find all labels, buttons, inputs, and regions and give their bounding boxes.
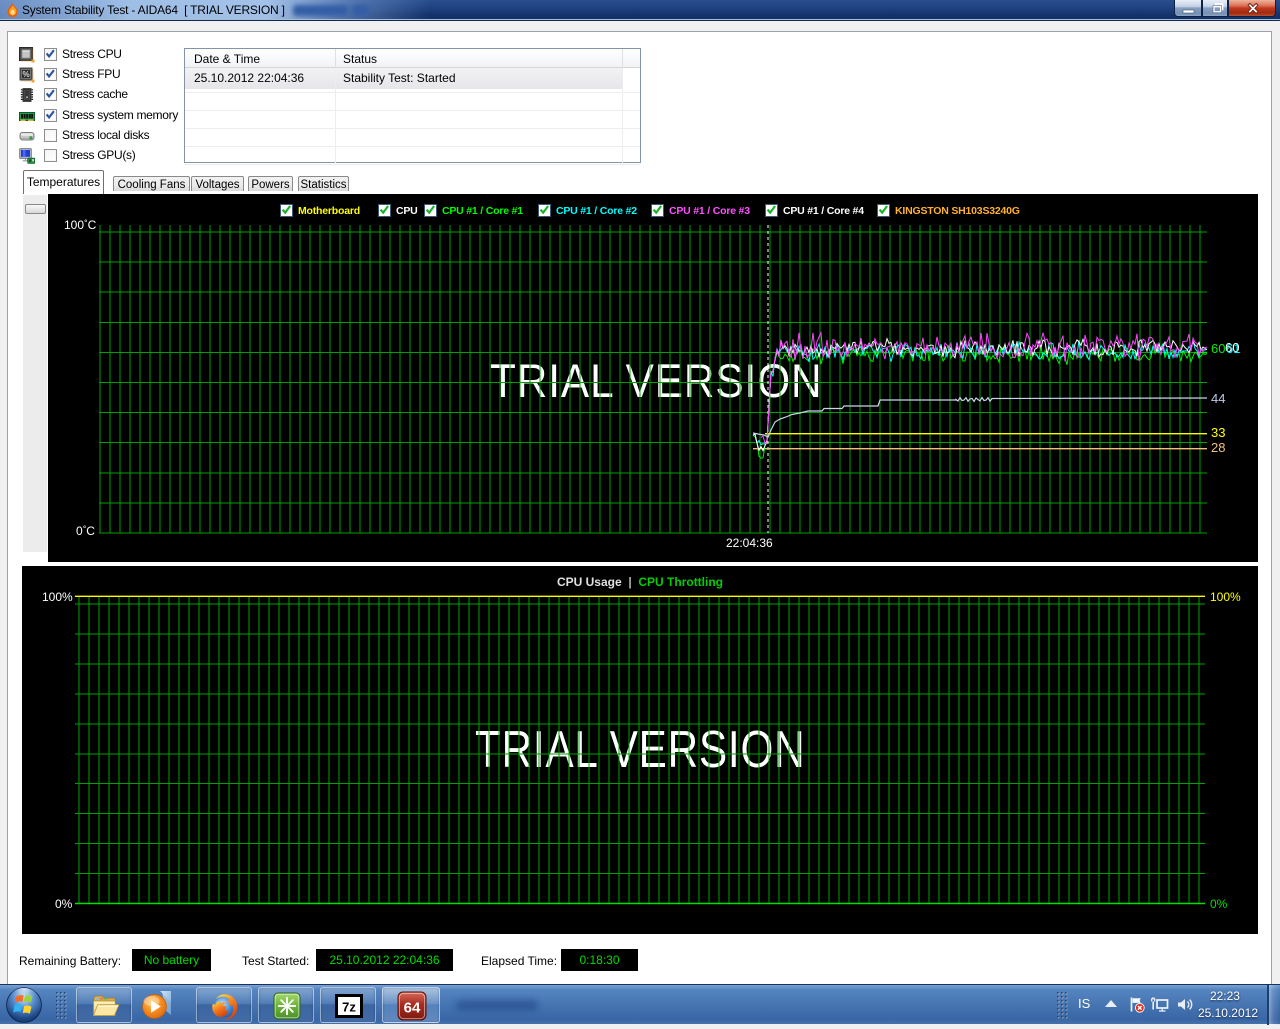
svg-text:7z: 7z — [342, 1000, 356, 1015]
svg-text:%: % — [22, 70, 29, 79]
svg-text:64: 64 — [404, 1000, 421, 1017]
